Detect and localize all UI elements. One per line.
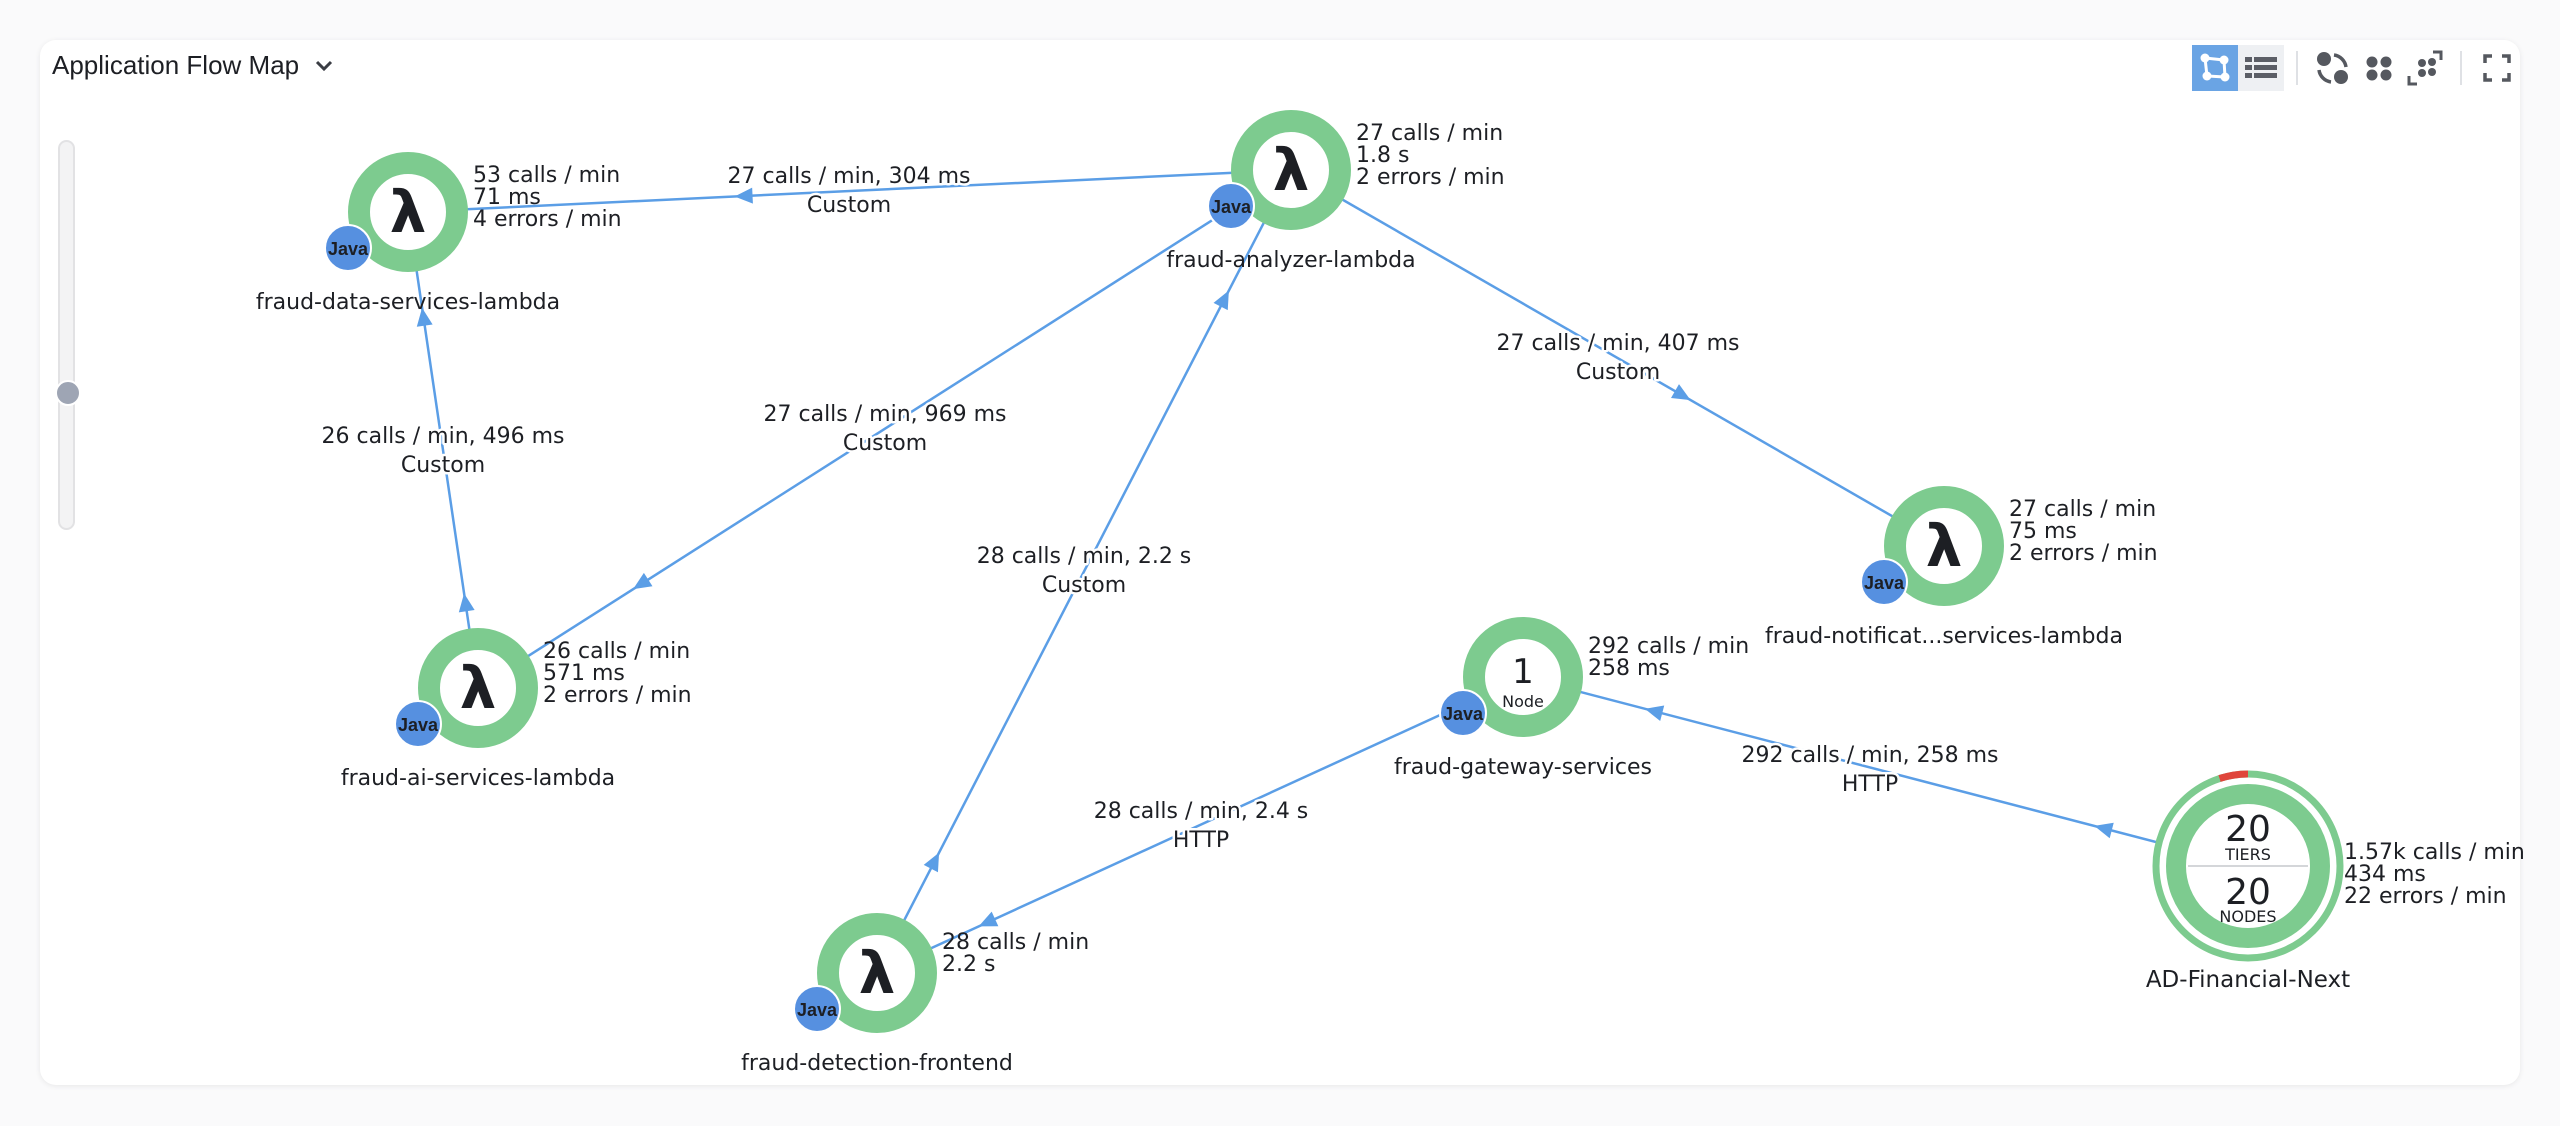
node-name: fraud-analyzer-lambda — [1166, 248, 1415, 273]
edge-metrics-label: 28 calls / min, 2.4 s — [1094, 799, 1309, 824]
edge-arrow-icon — [2094, 822, 2114, 839]
node-fraud-ai-services-lambda[interactable]: λJava26 calls / min571 ms2 errors / minf… — [341, 628, 692, 791]
node-stat: 2 errors / min — [543, 683, 692, 708]
lambda-icon: λ — [859, 939, 896, 1007]
lambda-icon: λ — [460, 654, 497, 722]
node-name: fraud-ai-services-lambda — [341, 766, 615, 791]
java-badge-label: Java — [1211, 197, 1252, 217]
edge-arrow-icon — [633, 572, 653, 590]
lambda-icon: λ — [390, 178, 427, 246]
edge-metrics-label: 28 calls / min, 2.2 s — [977, 544, 1192, 569]
edge-type-label: Custom — [1042, 573, 1126, 598]
edge-gateway-to-frontend[interactable]: 28 calls / min, 2.4 s HTTP — [876, 675, 1524, 975]
edge-arrow-icon — [734, 187, 753, 204]
node-name: fraud-gateway-services — [1394, 755, 1652, 780]
node-name: fraud-notificat...services-lambda — [1765, 624, 2123, 649]
edge-type-label: Custom — [401, 453, 485, 478]
tiers-count: 20 — [2225, 809, 2271, 850]
java-badge-label: Java — [1443, 704, 1484, 724]
lambda-icon: λ — [1273, 136, 1310, 204]
nodes-label: NODES — [2219, 907, 2276, 926]
edge-ai-to-data[interactable]: 26 calls / min, 496 ms Custom — [319, 211, 567, 689]
node-fraud-detection-frontend[interactable]: λJava28 calls / min2.2 sfraud-detection-… — [741, 913, 1089, 1076]
nodes: λJava53 calls / min71 ms4 errors / minfr… — [256, 110, 2525, 1076]
node-fraud-gateway-services[interactable]: 1NodeJava292 calls / min258 msfraud-gate… — [1394, 617, 1749, 780]
edge-arrow-icon — [1644, 705, 1665, 722]
tiers-label: TIERS — [2224, 845, 2271, 864]
node-stat: 2.2 s — [942, 952, 995, 977]
edge-type-label: HTTP — [1842, 772, 1898, 797]
java-badge-label: Java — [797, 1000, 838, 1020]
edge-arrow-icon — [1671, 384, 1691, 401]
node-stat: 2 errors / min — [2009, 541, 2158, 566]
edge-arrow-icon — [923, 852, 940, 873]
node-name: fraud-data-services-lambda — [256, 290, 560, 315]
java-badge-label: Java — [398, 715, 439, 735]
edge-line[interactable] — [406, 211, 480, 689]
node-stat: 258 ms — [1588, 656, 1670, 681]
node-fraud-data-services-lambda[interactable]: λJava53 calls / min71 ms4 errors / minfr… — [256, 152, 622, 315]
edge-line[interactable] — [876, 675, 1524, 975]
lambda-icon: λ — [1926, 512, 1963, 580]
node-stat: 22 errors / min — [2344, 884, 2507, 909]
java-badge-label: Java — [328, 239, 369, 259]
node-count: 1 — [1512, 652, 1534, 692]
edge-type-label: Custom — [807, 193, 891, 218]
edge-type-label: HTTP — [1173, 828, 1229, 853]
edge-analyzer-to-notif[interactable]: 27 calls / min, 407 ms Custom — [1290, 168, 1945, 548]
flow-map-canvas[interactable]: 27 calls / min, 304 msCustom27 calls / m… — [0, 0, 2560, 1126]
node-fraud-notificat...services-lambda[interactable]: λJava27 calls / min75 ms2 errors / minfr… — [1765, 486, 2158, 649]
node-AD-Financial-Next[interactable]: 20TIERS20NODES1.57k calls / min434 ms22 … — [2146, 770, 2525, 993]
node-count-label: Node — [1502, 692, 1544, 711]
node-fraud-analyzer-lambda[interactable]: λJava27 calls / min1.8 s2 errors / minfr… — [1166, 110, 1505, 273]
edge-metrics-label: 27 calls / min, 407 ms — [1497, 331, 1740, 356]
edge-metrics-label: 27 calls / min, 304 ms — [728, 164, 971, 189]
edge-line[interactable] — [1290, 168, 1945, 548]
edge-metrics-label: 27 calls / min, 969 ms — [764, 402, 1007, 427]
edge-metrics-label: 26 calls / min, 496 ms — [322, 424, 565, 449]
node-name: fraud-detection-frontend — [741, 1051, 1013, 1076]
edge-type-label: Custom — [843, 431, 927, 456]
node-name: AD-Financial-Next — [2146, 967, 2350, 993]
edge-metrics-label: 292 calls / min, 258 ms — [1742, 743, 1999, 768]
node-stat: 4 errors / min — [473, 207, 622, 232]
java-badge-label: Java — [1864, 573, 1905, 593]
node-stat: 2 errors / min — [1356, 165, 1505, 190]
edge-type-label: Custom — [1576, 360, 1660, 385]
edge-arrow-icon — [1213, 290, 1229, 311]
